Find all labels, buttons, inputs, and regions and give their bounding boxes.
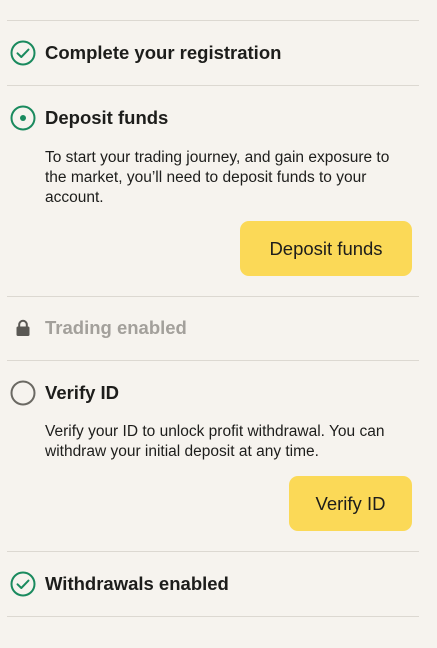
empty-circle-icon	[10, 380, 36, 406]
divider	[7, 616, 419, 617]
divider	[7, 296, 419, 297]
divider	[7, 20, 419, 21]
deposit-funds-button[interactable]: Deposit funds	[240, 221, 412, 276]
step-title: Verify ID	[45, 382, 120, 403]
step-title: Deposit funds	[45, 107, 169, 128]
divider	[7, 85, 419, 86]
check-circle-icon	[10, 571, 36, 597]
lock-icon	[15, 319, 31, 337]
verify-id-button[interactable]: Verify ID	[289, 476, 412, 531]
step-title: Complete your registration	[45, 42, 282, 63]
step-title: Trading enabled	[45, 317, 187, 338]
divider	[7, 551, 419, 552]
divider	[7, 360, 419, 361]
step-description: Verify your ID to unlock profit withdraw…	[45, 423, 385, 460]
active-step-icon	[10, 105, 36, 131]
step-description: To start your trading journey, and gain …	[45, 149, 390, 206]
check-circle-icon	[10, 40, 36, 66]
step-title: Withdrawals enabled	[45, 573, 229, 594]
